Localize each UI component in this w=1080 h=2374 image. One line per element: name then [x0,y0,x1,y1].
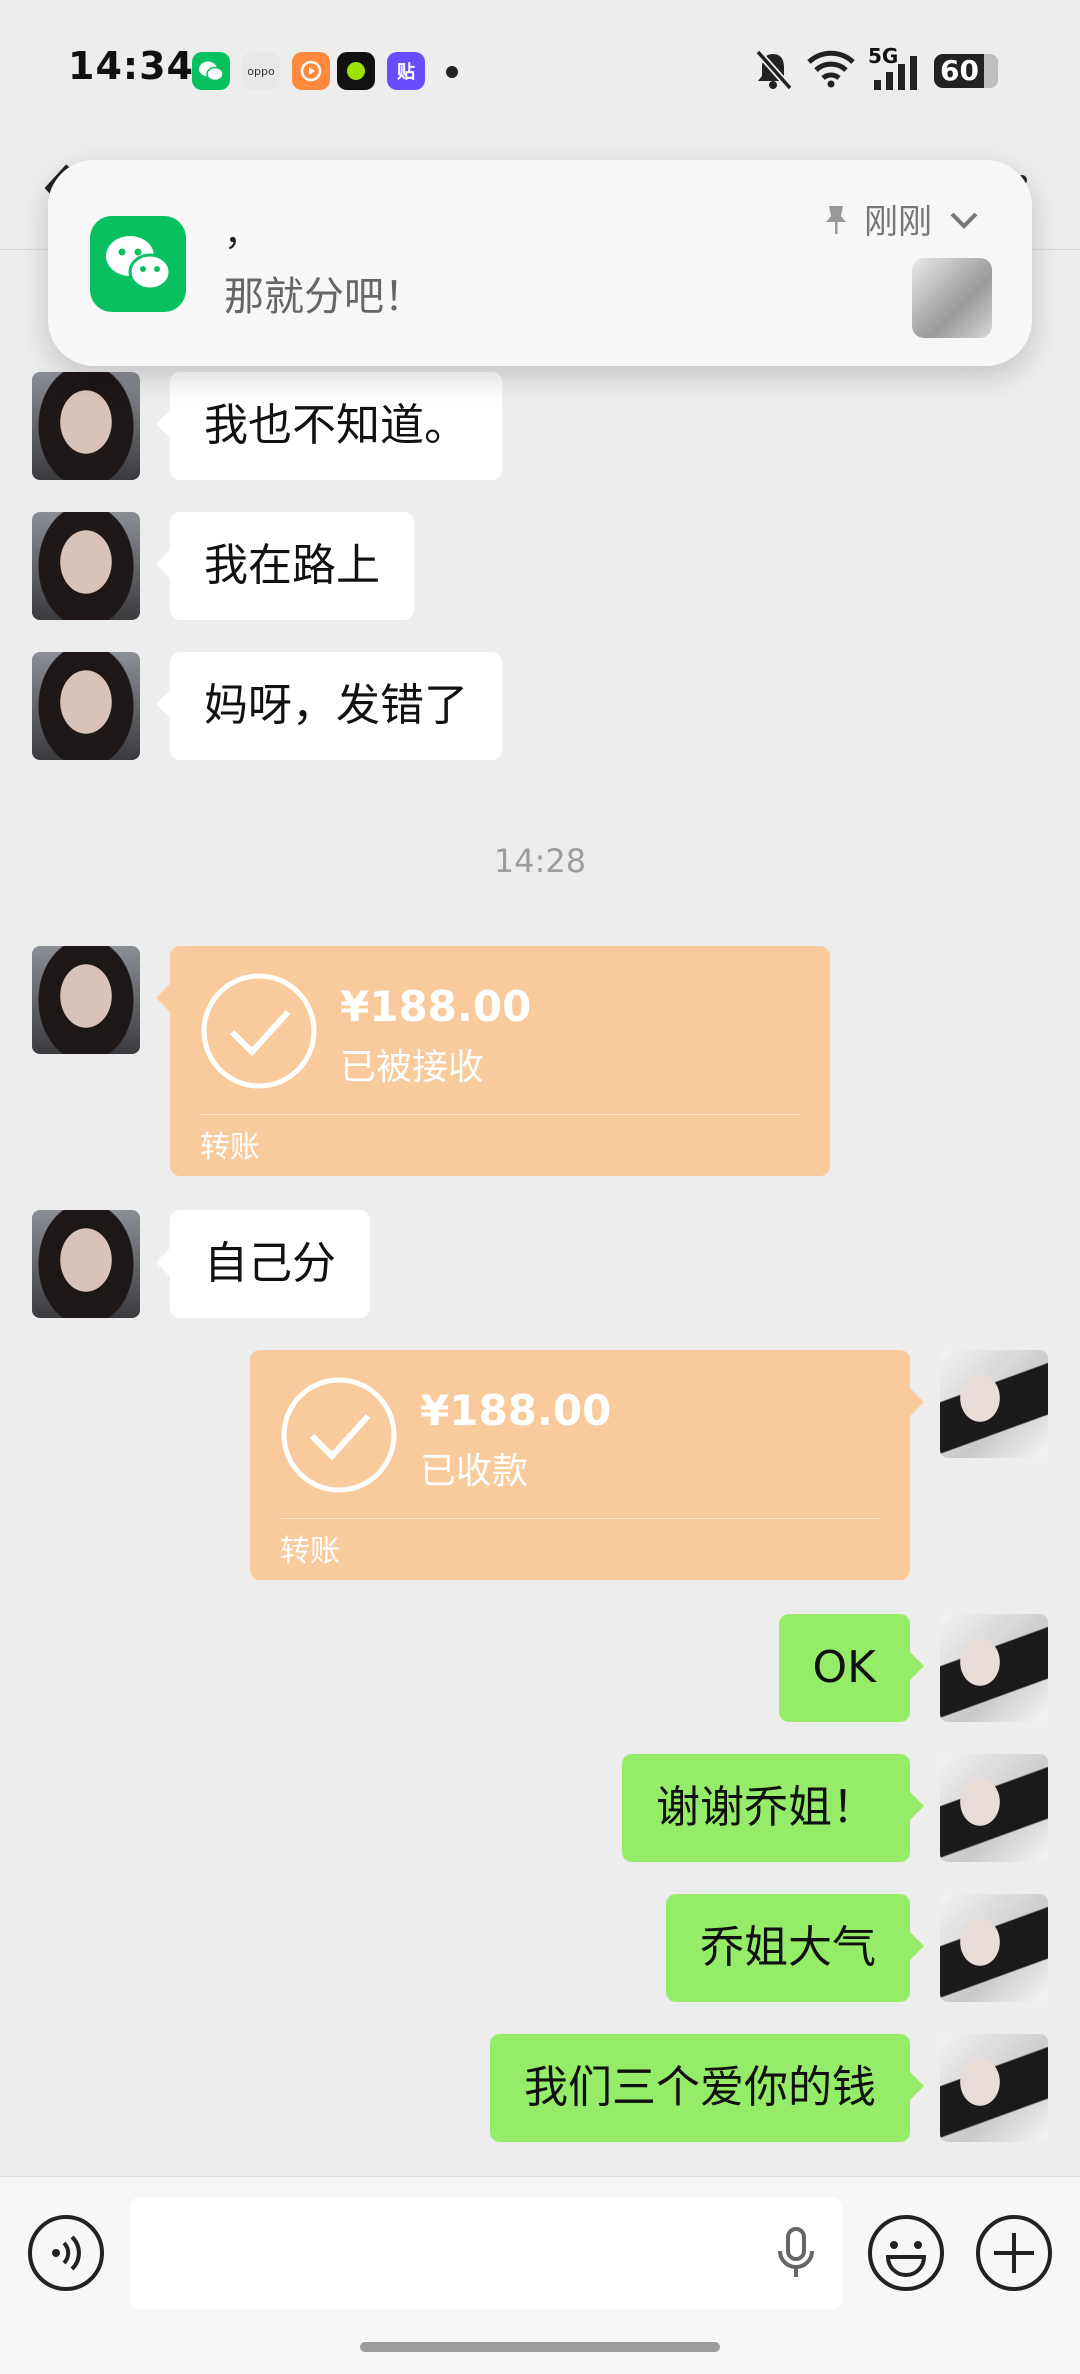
oppo-icon: oppo [242,52,280,90]
message-bubble-incoming[interactable]: 我在路上 [156,512,414,620]
transfer-card-outgoing[interactable]: ¥188.00 已收款 转账 [250,1350,924,1580]
avatar-contact[interactable] [32,512,140,620]
mute-bell-icon [755,49,793,91]
avatar-contact[interactable] [32,1210,140,1318]
message-bubble-incoming[interactable]: 我也不知道。 [156,372,502,480]
video-app-icon [292,52,330,90]
green-dot-app-icon [337,52,375,90]
check-circle-icon [201,973,317,1089]
sticker-app-icon: 贴 [387,52,425,90]
more-notifications-dot [446,66,458,78]
check-circle-icon [281,1377,397,1493]
battery-icon: 60 [934,54,998,88]
wifi-icon [807,50,855,88]
wechat-icon [192,52,230,90]
notification-title: ， [224,213,261,254]
message-bubble-outgoing[interactable]: 谢谢乔姐！ [622,1754,924,1862]
transfer-amount: ¥188.00 [420,1386,612,1435]
transfer-status: 已收款 [420,1451,529,1492]
message-bubble-outgoing[interactable]: 我们三个爱你的钱 [490,2034,924,2142]
voice-mode-icon[interactable] [26,2213,106,2293]
plus-circle-icon[interactable] [974,2213,1054,2293]
message-input[interactable] [130,2197,842,2309]
avatar-contact[interactable] [32,652,140,760]
transfer-divider [200,1114,800,1115]
notification-sender-avatar [912,258,992,338]
message-bubble-outgoing[interactable]: 乔姐大气 [666,1894,924,2002]
avatar-self[interactable] [940,2034,1048,2142]
transfer-amount: ¥188.00 [340,982,532,1031]
notification-banner[interactable]: ， 那就分吧！ 刚刚 [48,160,1032,366]
transfer-label: 转账 [280,1534,340,1569]
avatar-self[interactable] [940,1894,1048,2002]
status-bar: 14:34 oppo 贴 5G 60 [0,0,1080,140]
microphone-icon[interactable] [776,2225,816,2281]
emoji-icon[interactable] [866,2213,946,2293]
avatar-contact[interactable] [32,372,140,480]
transfer-card-incoming[interactable]: ¥188.00 已被接收 转账 [156,946,830,1176]
notification-time: 刚刚 [864,202,932,242]
wechat-icon [90,216,186,312]
transfer-label: 转账 [200,1130,260,1165]
avatar-self[interactable] [940,1614,1048,1722]
status-time: 14:34 [68,44,194,88]
message-bubble-incoming[interactable]: 妈呀，发错了 [156,652,502,760]
transfer-status: 已被接收 [340,1047,485,1088]
chat-timestamp: 14:28 [493,842,587,880]
home-indicator[interactable] [360,2342,720,2352]
pin-icon [826,206,846,234]
avatar-self[interactable] [940,1754,1048,1862]
avatar-contact[interactable] [32,946,140,1054]
message-bubble-incoming[interactable]: 自己分 [156,1210,370,1318]
chevron-down-icon[interactable] [948,208,980,232]
cell-signal-icon [874,56,917,90]
message-bubble-outgoing[interactable]: OK [778,1614,924,1722]
transfer-divider [280,1518,880,1519]
avatar-self[interactable] [940,1350,1048,1458]
notification-body: 那就分吧！ [224,274,424,320]
